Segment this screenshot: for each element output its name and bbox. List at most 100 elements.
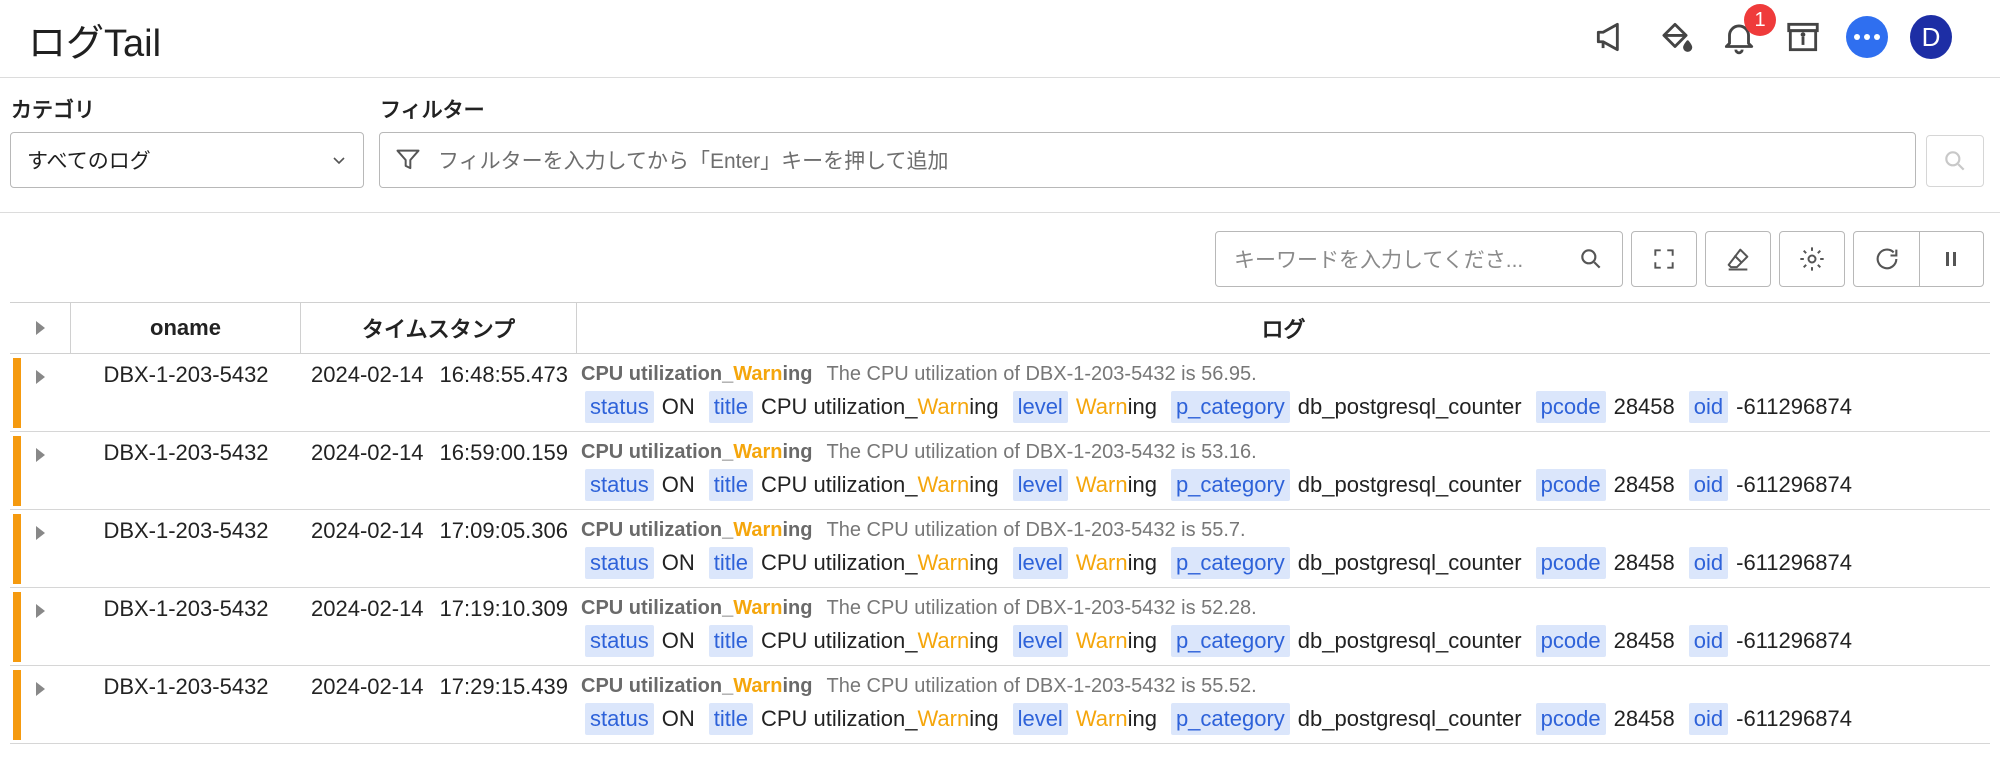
field-value-title: CPU utilization_Warning (761, 394, 999, 420)
field-value-status: ON (661, 394, 695, 419)
filter-input[interactable]: フィルターを入力してから「Enter」キーを押して追加 (379, 132, 1916, 188)
log-title-text: CPU utilization_ (581, 675, 734, 697)
log-summary: CPU utilization_Warning The CPU utilizati… (581, 666, 1990, 700)
expand-all-toggle[interactable] (10, 303, 71, 353)
theme-button[interactable] (1654, 16, 1696, 58)
log-title: CPU utilization_Warning (581, 519, 813, 541)
log-cell: CPU utilization_Warning The CPU utilizati… (577, 432, 1990, 509)
field-tag-level: level (1012, 703, 1068, 735)
column-header-log[interactable]: ログ (577, 303, 1990, 353)
field-value-p-category: db_postgresql_counter (1297, 706, 1522, 731)
timestamp-time: 16:59:00.159 (439, 440, 569, 465)
table-row[interactable]: DBX-1-203-5432 2024-02-14 17:09:05.306 CP… (10, 510, 1990, 588)
field-tag-title: title (708, 703, 753, 735)
field-tag-status: status (585, 469, 654, 501)
filter-placeholder: フィルターを入力してから「Enter」キーを押して追加 (438, 150, 949, 173)
fullscreen-button[interactable] (1631, 231, 1697, 287)
field-value-title: CPU utilization_Warning (761, 472, 999, 498)
keyword-placeholder: キーワードを入力してくださ... (1234, 249, 1524, 272)
log-title: CPU utilization_Warning (581, 597, 813, 619)
timestamp-time: 16:48:55.473 (439, 362, 569, 387)
timestamp-cell: 2024-02-14 17:19:10.309 (301, 588, 577, 665)
field-value-p-category: db_postgresql_counter (1297, 394, 1522, 419)
expand-triangle-icon (35, 321, 45, 335)
log-title-text: CPU utilization_ (581, 597, 734, 619)
field-value-pcode: 28458 (1613, 706, 1675, 731)
user-menu-button[interactable]: D (1910, 15, 1952, 59)
log-summary: CPU utilization_Warning The CPU utilizati… (581, 432, 1990, 466)
column-header-timestamp[interactable]: タイムスタンプ (301, 303, 577, 353)
field-tag-pcode: pcode (1535, 703, 1606, 735)
table-header: oname タイムスタンプ ログ (10, 302, 1990, 354)
announcement-button[interactable] (1590, 16, 1632, 58)
archive-button[interactable] (1782, 16, 1824, 58)
top-icon-group: 1 D (1590, 4, 1952, 60)
field-tag-oid: oid (1688, 703, 1729, 735)
column-header-oname[interactable]: oname (71, 303, 301, 353)
table-body: DBX-1-203-5432 2024-02-14 16:48:55.473 CP… (10, 354, 1990, 744)
field-title-highlight: Warn (917, 472, 970, 497)
log-title-highlight: Warn (733, 519, 783, 541)
field-title-text: CPU utilization_ (760, 706, 918, 731)
field-title-suffix: ing (969, 706, 999, 731)
table-row[interactable]: DBX-1-203-5432 2024-02-14 16:48:55.473 CP… (10, 354, 1990, 432)
field-tag-level: level (1012, 625, 1068, 657)
avatar: D (1910, 15, 1952, 59)
refresh-button[interactable] (1855, 232, 1919, 286)
field-level-suffix: ing (1127, 628, 1157, 653)
category-select-value: すべてのログ (27, 150, 151, 173)
timestamp-date: 2024-02-14 (311, 362, 424, 387)
eraser-icon (1727, 248, 1749, 271)
field-tag-status: status (585, 625, 654, 657)
clear-button[interactable] (1705, 231, 1771, 287)
field-value-oid: -611296874 (1736, 550, 1852, 575)
timestamp-cell: 2024-02-14 17:29:15.439 (301, 666, 577, 743)
table-row[interactable]: DBX-1-203-5432 2024-02-14 16:59:00.159 CP… (10, 432, 1990, 510)
log-title-text: CPU utilization_ (581, 519, 734, 541)
field-tag-title: title (708, 547, 753, 579)
chat-icon (1846, 16, 1888, 58)
field-tag-p-category: p_category (1170, 547, 1290, 579)
log-message: The CPU utilization of DBX-1-203-5432 is… (826, 675, 1257, 697)
timestamp-date: 2024-02-14 (311, 518, 424, 543)
field-value-pcode: 28458 (1613, 550, 1675, 575)
field-value-title: CPU utilization_Warning (761, 550, 999, 576)
filter-icon (396, 149, 420, 170)
table-row[interactable]: DBX-1-203-5432 2024-02-14 17:29:15.439 CP… (10, 666, 1990, 744)
field-tag-oid: oid (1688, 625, 1729, 657)
keyword-search-input[interactable]: キーワードを入力してくださ... (1215, 231, 1623, 287)
table-row[interactable]: DBX-1-203-5432 2024-02-14 17:19:10.309 CP… (10, 588, 1990, 666)
log-title-suffix: ing (782, 519, 813, 541)
timestamp-time: 17:09:05.306 (439, 518, 569, 543)
notifications-button[interactable]: 1 (1718, 4, 1776, 58)
log-fields: status ON title CPU utilization_Warning le… (581, 700, 1990, 738)
chat-button[interactable] (1846, 16, 1888, 58)
field-level-highlight: Warn (1075, 394, 1128, 419)
field-tag-pcode: pcode (1535, 469, 1606, 501)
field-tag-level: level (1012, 547, 1068, 579)
pause-button[interactable] (1918, 232, 1983, 286)
field-tag-p-category: p_category (1170, 703, 1290, 735)
archive-icon (1787, 22, 1819, 52)
field-tag-oid: oid (1688, 391, 1729, 423)
megaphone-icon (1596, 22, 1619, 52)
log-title-suffix: ing (782, 597, 813, 619)
category-select[interactable]: すべてのログ (10, 132, 364, 188)
expand-triangle-icon (36, 682, 45, 696)
filter-search-button[interactable] (1926, 135, 1984, 187)
field-title-suffix: ing (969, 394, 999, 419)
field-value-p-category: db_postgresql_counter (1297, 550, 1522, 575)
field-level-highlight: Warn (1075, 628, 1128, 653)
settings-button[interactable] (1779, 231, 1845, 287)
log-summary: CPU utilization_Warning The CPU utilizati… (581, 588, 1990, 622)
field-tag-status: status (585, 391, 654, 423)
field-title-highlight: Warn (917, 550, 970, 575)
field-title-highlight: Warn (917, 394, 970, 419)
field-value-p-category: db_postgresql_counter (1297, 472, 1522, 497)
paint-bucket-icon (1662, 22, 1693, 52)
log-fields: status ON title CPU utilization_Warning le… (581, 466, 1990, 504)
log-summary: CPU utilization_Warning The CPU utilizati… (581, 354, 1990, 388)
timestamp-time: 17:19:10.309 (439, 596, 569, 621)
log-title: CPU utilization_Warning (581, 675, 813, 697)
field-tag-status: status (585, 703, 654, 735)
